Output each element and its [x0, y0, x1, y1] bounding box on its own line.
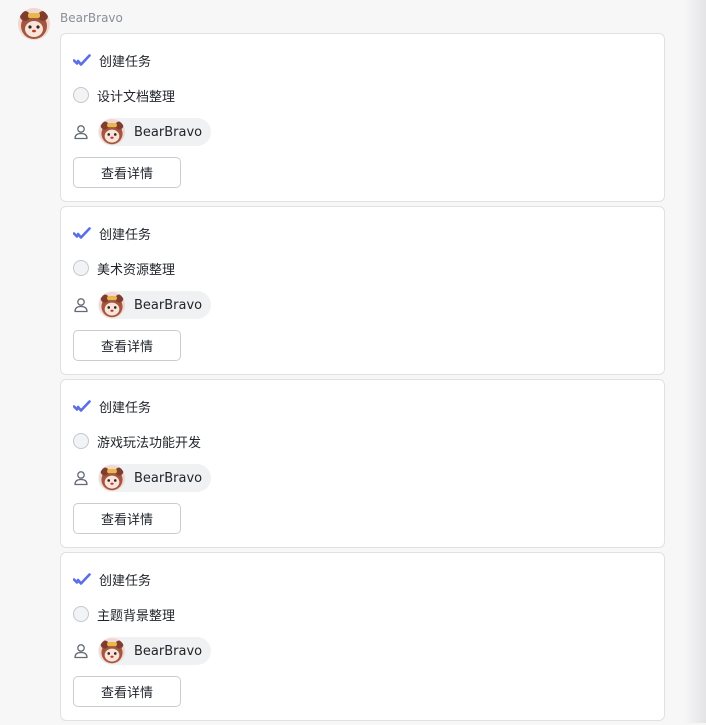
double-check-icon: [73, 227, 91, 239]
owner-avatar: [99, 638, 125, 664]
owner-name: BearBravo: [134, 643, 203, 659]
task-name: 美术资源整理: [97, 262, 176, 278]
person-icon: [74, 125, 88, 140]
owner-avatar: [99, 119, 125, 145]
view-details-button[interactable]: 查看详情: [73, 157, 181, 188]
view-details-button[interactable]: 查看详情: [73, 330, 181, 361]
radio-circle-icon[interactable]: [73, 260, 89, 276]
owner-chip[interactable]: BearBravo: [98, 637, 212, 665]
double-check-icon: [73, 54, 91, 66]
create-task-label: 创建任务: [99, 573, 152, 589]
double-check-icon: [73, 573, 91, 585]
owner-chip[interactable]: BearBravo: [98, 291, 212, 319]
task-card: 创建任务 主题背景整理 BearBravo 查看详情: [60, 552, 665, 721]
owner-name: BearBravo: [134, 297, 203, 313]
task-row: 美术资源整理: [73, 258, 175, 278]
owner-row: BearBravo: [73, 118, 212, 146]
owner-avatar: [99, 292, 125, 318]
create-task-label: 创建任务: [99, 400, 152, 416]
create-task-label: 创建任务: [99, 227, 152, 243]
sender-avatar[interactable]: [18, 8, 50, 40]
bear-avatar-icon: [99, 465, 125, 491]
sender-name: BearBravo: [60, 11, 123, 25]
create-task-label: 创建任务: [99, 54, 152, 70]
task-card: 创建任务 美术资源整理 BearBravo 查看详情: [60, 206, 665, 375]
owner-row: BearBravo: [73, 291, 212, 319]
owner-name: BearBravo: [134, 470, 203, 486]
task-card: 创建任务 游戏玩法功能开发 BearBravo 查看详情: [60, 379, 665, 548]
task-name: 游戏玩法功能开发: [97, 435, 202, 451]
right-edge-shadow: [684, 0, 706, 723]
owner-chip[interactable]: BearBravo: [98, 464, 212, 492]
person-icon: [74, 644, 88, 659]
task-name: 主题背景整理: [97, 608, 176, 624]
create-task-row: 创建任务: [73, 223, 151, 243]
create-task-row: 创建任务: [73, 396, 151, 416]
owner-row: BearBravo: [73, 464, 212, 492]
create-task-row: 创建任务: [73, 50, 151, 70]
task-row: 游戏玩法功能开发: [73, 431, 201, 451]
task-name: 设计文档整理: [97, 89, 176, 105]
task-row: 主题背景整理: [73, 604, 175, 624]
radio-circle-icon[interactable]: [73, 606, 89, 622]
person-icon: [74, 298, 88, 313]
bear-avatar-icon: [99, 638, 125, 664]
view-details-button[interactable]: 查看详情: [73, 503, 181, 534]
person-icon: [74, 471, 88, 486]
owner-name: BearBravo: [134, 124, 203, 140]
task-row: 设计文档整理: [73, 85, 175, 105]
double-check-icon: [73, 400, 91, 412]
owner-chip[interactable]: BearBravo: [98, 118, 212, 146]
owner-avatar: [99, 465, 125, 491]
create-task-row: 创建任务: [73, 569, 151, 589]
task-card-list: 创建任务 设计文档整理 BearBravo 查看详情 创建任务 美术资源整理 B…: [60, 33, 665, 725]
radio-circle-icon[interactable]: [73, 433, 89, 449]
radio-circle-icon[interactable]: [73, 87, 89, 103]
owner-row: BearBravo: [73, 637, 212, 665]
bear-avatar-icon: [99, 292, 125, 318]
task-card: 创建任务 设计文档整理 BearBravo 查看详情: [60, 33, 665, 202]
view-details-button[interactable]: 查看详情: [73, 676, 181, 707]
bear-avatar-icon: [99, 119, 125, 145]
bear-avatar-icon: [18, 8, 50, 40]
